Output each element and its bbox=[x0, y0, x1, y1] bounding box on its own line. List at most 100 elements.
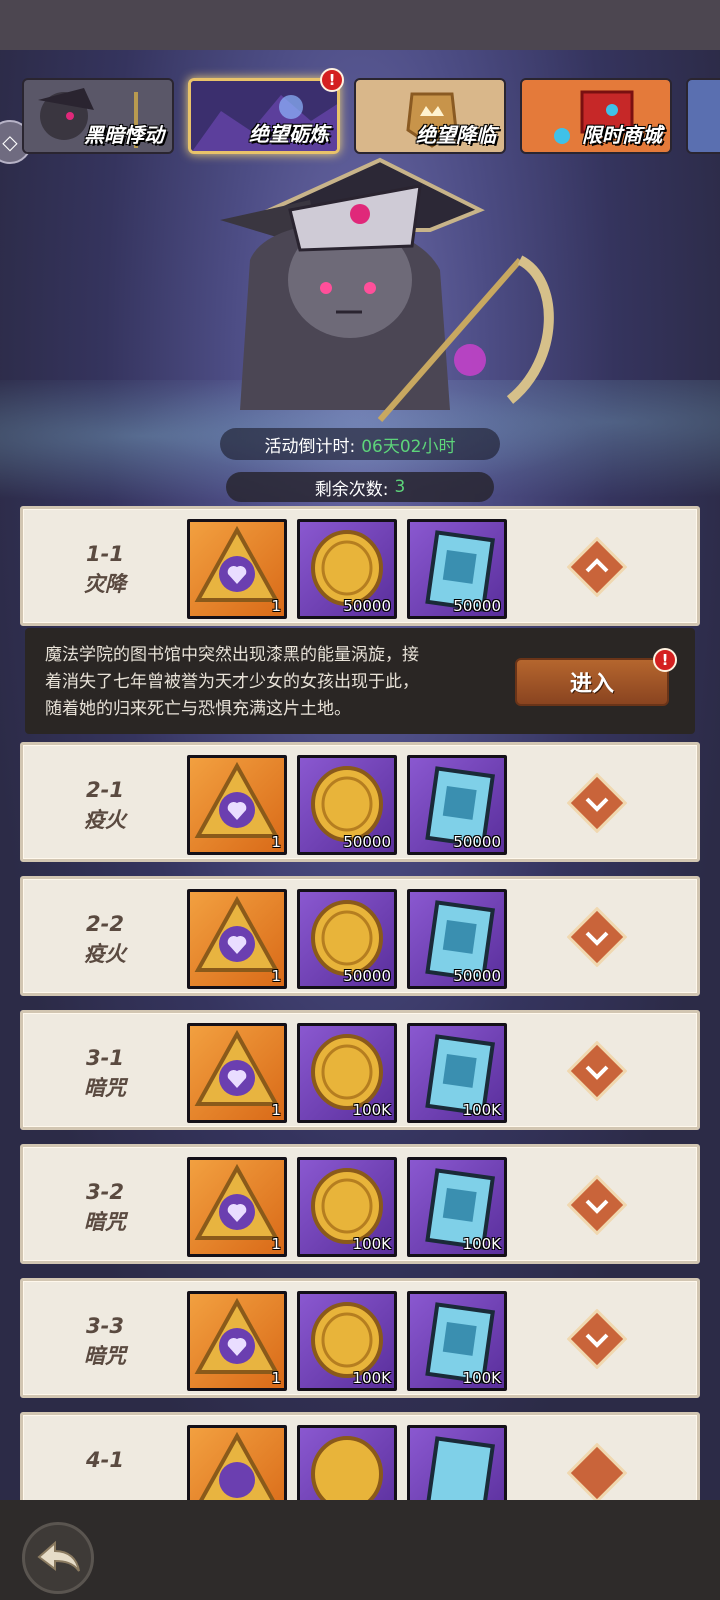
chevron-right-icon: ◇ bbox=[2, 130, 18, 154]
reward-slot[interactable]: 50000 bbox=[297, 755, 397, 855]
reward-slot[interactable]: 1 bbox=[187, 889, 287, 989]
stage-number: 2-2 bbox=[86, 912, 124, 936]
reward-slot[interactable]: 50000 bbox=[407, 889, 507, 989]
reward-slot[interactable] bbox=[407, 1425, 507, 1500]
stage-title: 1-1 灾降 bbox=[47, 539, 163, 599]
stage-number: 3-2 bbox=[86, 1180, 124, 1204]
tab-label: 黑暗悸动 bbox=[84, 123, 164, 147]
reward-slot[interactable] bbox=[187, 1425, 287, 1500]
reward-slot[interactable]: 100K bbox=[297, 1023, 397, 1123]
reward-slot[interactable]: 100K bbox=[407, 1023, 507, 1123]
stage-number: 2-1 bbox=[86, 778, 124, 802]
reward-slot[interactable]: 1 bbox=[187, 755, 287, 855]
reward-count: 100K bbox=[462, 1369, 501, 1387]
stage-title: 2-1 疫火 bbox=[47, 775, 163, 835]
countdown-value: 06天02小时 bbox=[361, 436, 456, 457]
stage-number: 3-3 bbox=[86, 1314, 124, 1338]
reward-count: 1 bbox=[271, 967, 281, 985]
reward-count: 1 bbox=[271, 1235, 281, 1253]
tab-despair-trial[interactable]: 绝望砺炼 bbox=[188, 78, 340, 154]
stage-row-3-3[interactable]: 3-3 暗咒 1 100K 100K bbox=[20, 1278, 700, 1398]
reward-count: 100K bbox=[462, 1101, 501, 1119]
stage-name: 暗咒 bbox=[84, 1344, 126, 1368]
chevron-down-icon[interactable] bbox=[567, 907, 627, 967]
heart-rune-icon bbox=[194, 895, 280, 972]
back-button[interactable] bbox=[22, 1522, 94, 1594]
more-tab-icon bbox=[688, 80, 720, 152]
reward-slot[interactable]: 1 bbox=[187, 1157, 287, 1257]
stage-number: 1-1 bbox=[86, 542, 124, 566]
stage-row-1-1[interactable]: 1-1 灾降 1 50000 50000 bbox=[20, 506, 700, 626]
chevron-up-icon[interactable] bbox=[567, 537, 627, 597]
reward-count: 50000 bbox=[343, 597, 391, 615]
enter-alert-badge: ! bbox=[653, 648, 677, 672]
reward-count: 50000 bbox=[453, 967, 501, 985]
stage-number: 4-1 bbox=[86, 1448, 124, 1472]
heart-rune-icon bbox=[199, 1431, 275, 1500]
tab-label: 绝望砺炼 bbox=[249, 122, 329, 146]
heart-rune-icon bbox=[194, 525, 280, 602]
reward-slot[interactable]: 100K bbox=[407, 1157, 507, 1257]
reward-count: 100K bbox=[352, 1369, 391, 1387]
heart-rune-icon bbox=[194, 1029, 280, 1106]
tab-dark-throb[interactable]: 黑暗悸动 bbox=[22, 78, 174, 154]
reward-slot[interactable]: 50000 bbox=[297, 519, 397, 619]
reward-count: 1 bbox=[271, 833, 281, 851]
tab-despair-descent[interactable]: 绝望降临 bbox=[354, 78, 506, 154]
reward-count: 1 bbox=[271, 1101, 281, 1119]
stage-row-2-1[interactable]: 2-1 疫火 1 50000 50000 bbox=[20, 742, 700, 862]
stage-name: 暗咒 bbox=[84, 1210, 126, 1234]
tab-more[interactable] bbox=[686, 78, 720, 154]
stage-row-4-1[interactable]: 4-1 bbox=[20, 1412, 700, 1500]
remaining-label: 剩余次数: bbox=[314, 479, 389, 500]
stage-list: 1-1 灾降 1 50000 50000 魔法学院的图书馆中突然出现漆黑的能量涡… bbox=[20, 506, 700, 1500]
stage-row-3-1[interactable]: 3-1 暗咒 1 100K 100K bbox=[20, 1010, 700, 1130]
reward-list: 1 50000 50000 bbox=[187, 755, 507, 855]
witch-character-art bbox=[220, 157, 554, 422]
skill-book-icon bbox=[425, 1436, 495, 1500]
reward-list: 1 50000 50000 bbox=[187, 519, 507, 619]
stage-name: 暗咒 bbox=[84, 1076, 126, 1100]
reward-slot[interactable]: 100K bbox=[407, 1291, 507, 1391]
reward-slot[interactable]: 50000 bbox=[407, 519, 507, 619]
stage-title: 3-1 暗咒 bbox=[47, 1043, 163, 1103]
chevron-down-icon[interactable] bbox=[567, 1175, 627, 1235]
countdown-label: 活动倒计时: bbox=[264, 436, 356, 457]
description-line: 魔法学院的图书馆中突然出现漆黑的能量涡旋，接 bbox=[45, 645, 419, 665]
gold-coin-icon bbox=[311, 1436, 383, 1500]
reward-slot[interactable]: 100K bbox=[297, 1291, 397, 1391]
reward-slot[interactable]: 1 bbox=[187, 1023, 287, 1123]
reward-count: 50000 bbox=[453, 597, 501, 615]
reward-slot[interactable]: 1 bbox=[187, 1291, 287, 1391]
event-countdown: 活动倒计时: 06天02小时 bbox=[220, 428, 500, 460]
stage-title: 3-2 暗咒 bbox=[47, 1177, 163, 1237]
reward-list: 1 50000 50000 bbox=[187, 889, 507, 989]
reward-slot[interactable]: 100K bbox=[297, 1157, 397, 1257]
enter-button[interactable]: 进入 bbox=[515, 658, 669, 706]
reward-list bbox=[187, 1425, 507, 1500]
app-root: ◇ 黑暗悸动 绝望砺炼 绝望降临 限时商城 ! 活动倒计时: 06天02小时 剩… bbox=[0, 0, 720, 1600]
reward-slot[interactable] bbox=[297, 1425, 397, 1500]
reward-list: 1 100K 100K bbox=[187, 1291, 507, 1391]
stage-row-2-2[interactable]: 2-2 疫火 1 50000 50000 bbox=[20, 876, 700, 996]
stage-detail-panel: 魔法学院的图书馆中突然出现漆黑的能量涡旋，接 着消失了七年曾被誉为天才少女的女孩… bbox=[25, 628, 695, 734]
chevron-down-icon[interactable] bbox=[567, 773, 627, 833]
heart-rune-icon bbox=[194, 1163, 280, 1240]
status-strip bbox=[0, 0, 720, 50]
reward-count: 1 bbox=[271, 1369, 281, 1387]
reward-slot[interactable]: 50000 bbox=[297, 889, 397, 989]
tab-label: 绝望降临 bbox=[416, 123, 496, 147]
tab-alert-badge: ! bbox=[320, 68, 344, 92]
chevron-down-icon[interactable] bbox=[567, 1443, 627, 1500]
chevron-down-icon[interactable] bbox=[567, 1041, 627, 1101]
heart-rune-icon bbox=[194, 761, 280, 838]
reward-slot[interactable]: 50000 bbox=[407, 755, 507, 855]
reward-list: 1 100K 100K bbox=[187, 1023, 507, 1123]
chevron-down-icon[interactable] bbox=[567, 1309, 627, 1369]
stage-number: 3-1 bbox=[86, 1046, 124, 1070]
reward-count: 1 bbox=[271, 597, 281, 615]
tab-limited-shop[interactable]: 限时商城 bbox=[520, 78, 672, 154]
reward-slot[interactable]: 1 bbox=[187, 519, 287, 619]
stage-row-3-2[interactable]: 3-2 暗咒 1 100K 100K bbox=[20, 1144, 700, 1264]
tab-label: 限时商城 bbox=[582, 123, 662, 147]
